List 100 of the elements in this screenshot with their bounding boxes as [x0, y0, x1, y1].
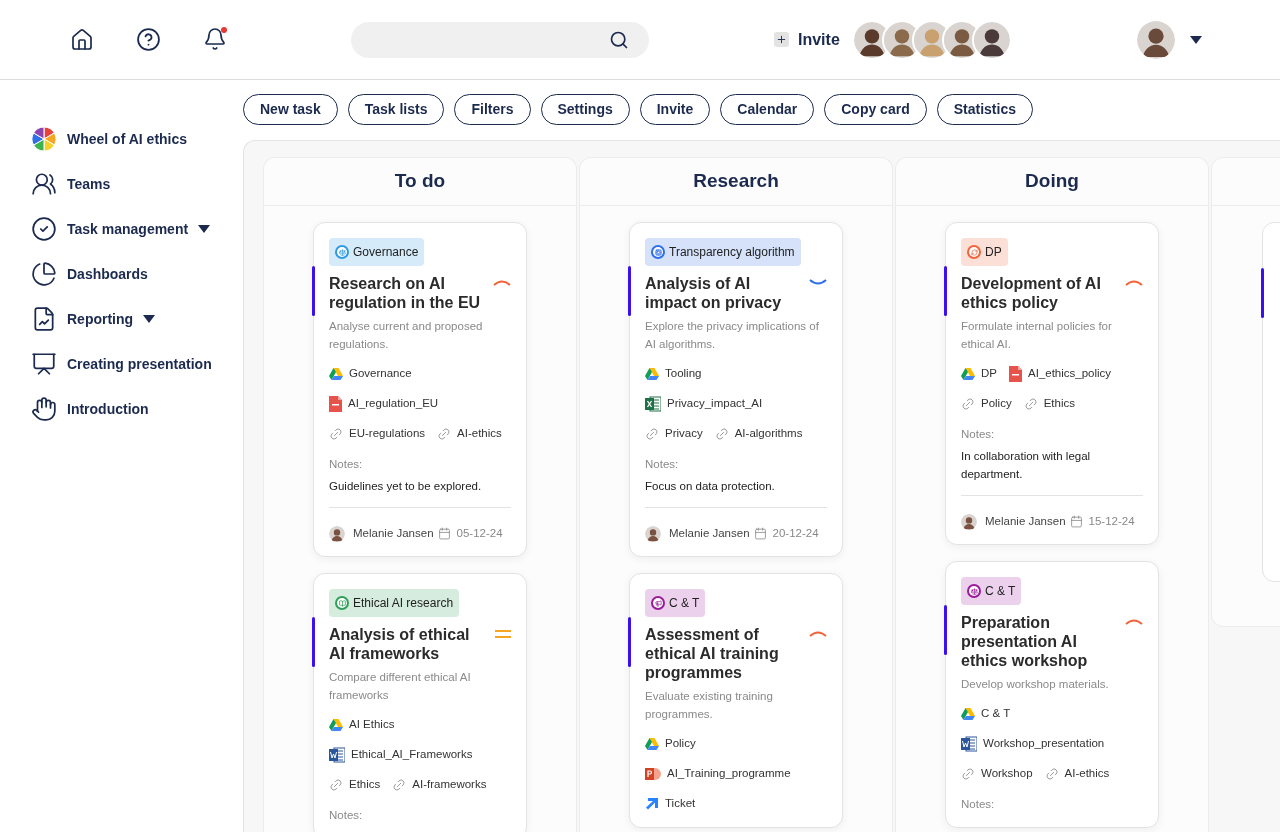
task-card[interactable]: Ethical AI research Analysis of ethical AI frameworks Compare different ethical AI frameworks AI Ethics Ethical_AI_Frameworks Ethics AI-frameworks Notes:	[313, 573, 527, 832]
avatar	[1137, 20, 1175, 59]
triangle-logo-icon	[329, 718, 343, 731]
card-title: Assessment of ethical AI training programmes	[645, 625, 780, 683]
card-accent-bar	[1261, 268, 1264, 318]
link-label[interactable]: Policy	[981, 394, 1012, 413]
attachment-link[interactable]: AI_ethics_policy	[1028, 364, 1112, 383]
search-icon[interactable]	[609, 29, 629, 50]
attachment-link[interactable]: Policy	[665, 735, 696, 753]
link-label[interactable]: EU-regulations	[349, 424, 426, 443]
attachment-link[interactable]: Governance	[349, 364, 412, 383]
link-label[interactable]: AI-frameworks	[412, 776, 487, 794]
card-description: Develop workshop materials.	[961, 677, 1110, 693]
notification-bell-icon[interactable]	[203, 26, 227, 53]
home-icon[interactable]	[70, 27, 94, 52]
sidebar-item[interactable]: Introduction	[67, 398, 149, 420]
sidebar-item[interactable]: Task management	[67, 218, 189, 240]
presentation-icon	[31, 351, 57, 377]
notes-label: Notes:	[961, 427, 996, 442]
sidebar-item[interactable]: Reporting	[67, 308, 134, 330]
triangle-logo-icon	[645, 367, 659, 380]
card-description: Analyse current and proposed regulations.	[329, 319, 484, 352]
notes-text: Focus on data protection.	[645, 479, 776, 494]
chart-document-icon	[31, 306, 57, 332]
link-label[interactable]: Workshop	[981, 765, 1033, 783]
assignee-name: Melanie Jansen	[985, 514, 1066, 529]
avatar	[329, 525, 345, 542]
assignee-name: Melanie Jansen	[353, 526, 434, 541]
triangle-logo-icon	[961, 707, 975, 720]
attachment-link[interactable]: AI_regulation_EU	[348, 394, 439, 413]
due-date: 20-12-24	[772, 526, 819, 541]
attachment-link[interactable]: AI Ethics	[349, 716, 395, 734]
attachment-link[interactable]: Workshop_presentation	[983, 735, 1105, 753]
card-accent-bar	[312, 617, 315, 668]
attachment-link[interactable]: AI_Training_programme	[667, 765, 791, 783]
link-label[interactable]: Ethics	[349, 776, 381, 794]
card-accent-bar	[312, 266, 315, 316]
sidebar-item[interactable]: Wheel of AI ethics	[67, 128, 188, 150]
notes-label: Notes:	[329, 457, 364, 472]
card-accent-bar	[628, 617, 631, 668]
task-card[interactable]	[313, 222, 527, 558]
link-label[interactable]: AI-algorithms	[734, 424, 803, 443]
sidebar-item[interactable]: Teams	[67, 173, 111, 195]
attachment-link[interactable]: Tooling	[665, 364, 702, 383]
card-title: Analysis of AI impact on privacy	[645, 274, 783, 312]
triangle-logo-icon	[645, 737, 659, 750]
sidebar-item[interactable]: Dashboards	[67, 263, 148, 285]
pie-chart-icon	[31, 261, 57, 287]
account-menu-caret-icon[interactable]	[1190, 35, 1202, 44]
link-label[interactable]: AI-ethics	[457, 424, 502, 443]
link-label[interactable]: AI-ethics	[1064, 765, 1110, 783]
document-file-icon	[961, 735, 977, 752]
calendar-icon	[753, 527, 767, 541]
task-card[interactable]: DP Development of AI ethics policy Formulate internal policies for ethical AI. DP AI_ethics_policy Policy Ethics Notes: In collaboration with legal department. Melanie Jansen 15-12-24	[945, 222, 1159, 546]
tag-label: C & T	[985, 583, 1016, 601]
triangle-logo-icon	[961, 367, 975, 380]
notes-label: Notes:	[329, 808, 364, 824]
due-date: 05-12-24	[456, 526, 503, 541]
attachment-link[interactable]: Ticket	[665, 795, 696, 813]
avatar	[961, 513, 977, 530]
notes-label: Notes:	[645, 457, 680, 472]
attachment-link[interactable]: DP	[981, 364, 997, 383]
calendar-icon	[437, 527, 451, 541]
card-title: Analysis of ethical AI frameworks	[329, 625, 471, 664]
column-title: Research	[693, 169, 779, 194]
pdf-file-icon	[1009, 365, 1022, 382]
hand-icon	[31, 396, 57, 422]
caret-icon[interactable]	[143, 315, 156, 323]
attachment-link[interactable]: Privacy_impact_AI	[667, 394, 763, 413]
card-accent-bar	[628, 266, 631, 316]
task-card[interactable]: C & T Preparation presentation AI ethics workshop Develop workshop materials. C & T Workshop_presentation Workshop AI-ethics Notes:	[945, 561, 1159, 829]
card-description: Explore the privacy implications of AI algorithms.	[645, 319, 820, 352]
avatar	[645, 525, 661, 542]
search-field[interactable]	[351, 21, 649, 58]
plus-icon	[774, 32, 789, 47]
link-label[interactable]: Ethics	[1043, 394, 1075, 413]
task-card[interactable]	[629, 222, 843, 558]
card-accent-bar	[944, 266, 947, 316]
tag-label: Ethical AI research	[353, 595, 454, 613]
card-title: Research on AI regulation in the EU	[329, 274, 482, 312]
help-icon[interactable]	[136, 27, 161, 52]
tag-label: Governance	[353, 244, 419, 261]
tag-label: C & T	[669, 595, 700, 613]
invite-button[interactable]: Invite	[774, 27, 840, 52]
caret-icon[interactable]	[198, 225, 211, 233]
document-file-icon	[329, 746, 345, 763]
check-circle-icon	[31, 216, 57, 242]
task-card[interactable]: C & T Assessment of ethical AI training programmes Evaluate existing training programmes. Policy AI_Training_programme Ticket	[629, 573, 843, 829]
due-date: 15-12-24	[1088, 514, 1135, 529]
tag-label: DP	[985, 244, 1002, 261]
people-icon	[31, 171, 57, 197]
card-title: Development of AI ethics policy	[961, 274, 1102, 312]
assignee-name: Melanie Jansen	[669, 526, 750, 541]
attachment-link[interactable]: C & T	[981, 705, 1011, 723]
card-description: Formulate internal policies for ethical AI.	[961, 319, 1113, 352]
calendar-icon	[1069, 515, 1083, 529]
link-label[interactable]: Privacy	[665, 424, 703, 443]
sidebar-item[interactable]: Creating presentation	[67, 353, 212, 375]
card-description: Evaluate existing training programmes.	[645, 689, 774, 723]
attachment-link[interactable]: Ethical_AI_Frameworks	[351, 746, 473, 764]
